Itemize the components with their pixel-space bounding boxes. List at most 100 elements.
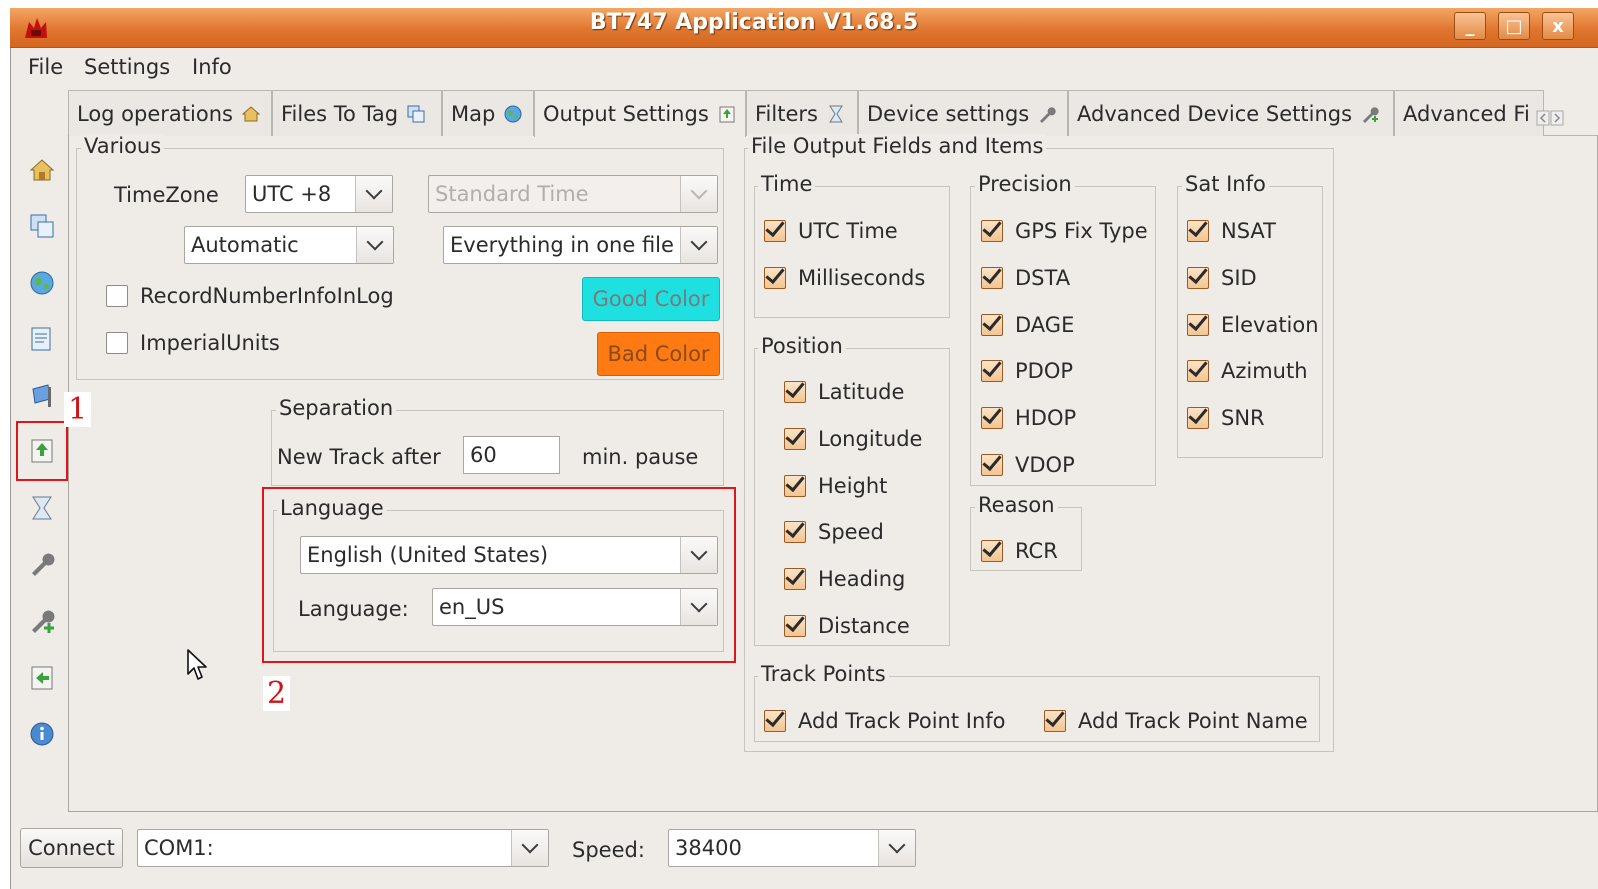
vdop-checkbox[interactable]: VDOP — [981, 453, 1075, 477]
checked-box[interactable] — [784, 615, 806, 637]
distance-checkbox[interactable]: Distance — [784, 614, 910, 638]
chevron-down-icon — [680, 537, 717, 573]
home-icon[interactable] — [28, 156, 56, 184]
hourglass-icon — [829, 105, 843, 122]
checkbox-box[interactable] — [106, 285, 128, 307]
checkbox-label: Speed — [818, 520, 884, 544]
checked-box[interactable] — [981, 314, 1003, 336]
gps-fix-type-checkbox[interactable]: GPS Fix Type — [981, 219, 1148, 243]
close-button[interactable]: x — [1542, 12, 1574, 40]
rcr-checkbox[interactable]: RCR — [981, 539, 1058, 563]
speed-select[interactable]: 38400 — [668, 829, 916, 867]
tab-filters[interactable]: Filters — [746, 90, 858, 136]
file-output-legend: File Output Fields and Items — [748, 134, 1047, 158]
mode-select[interactable]: Automatic — [184, 226, 394, 264]
menu-file[interactable]: File — [28, 55, 63, 79]
latitude-checkbox[interactable]: Latitude — [784, 380, 904, 404]
heading-checkbox[interactable]: Heading — [784, 567, 905, 591]
time-legend: Time — [758, 172, 816, 196]
checked-box[interactable] — [764, 220, 786, 242]
checked-box[interactable] — [1187, 360, 1209, 382]
dage-checkbox[interactable]: DAGE — [981, 313, 1074, 337]
record-number-checkbox[interactable]: RecordNumberInfoInLog — [106, 284, 394, 308]
new-track-input[interactable]: 60 — [463, 436, 560, 474]
checked-box[interactable] — [1187, 267, 1209, 289]
checked-box[interactable] — [784, 568, 806, 590]
menu-settings[interactable]: Settings — [84, 55, 170, 79]
checked-box[interactable] — [1044, 710, 1066, 732]
checked-box[interactable] — [981, 360, 1003, 382]
menu-info[interactable]: Info — [192, 55, 232, 79]
checkbox-box[interactable] — [106, 332, 128, 354]
globe-icon[interactable] — [28, 269, 56, 297]
wrench-plus-icon[interactable] — [28, 607, 56, 635]
azimuth-checkbox[interactable]: Azimuth — [1187, 359, 1308, 383]
document-icon[interactable] — [28, 325, 56, 353]
longitude-checkbox[interactable]: Longitude — [784, 427, 922, 451]
imperial-units-checkbox[interactable]: ImperialUnits — [106, 331, 280, 355]
checked-box[interactable] — [1187, 314, 1209, 336]
checked-box[interactable] — [784, 475, 806, 497]
maximize-button[interactable]: □ — [1498, 12, 1530, 40]
info-icon[interactable] — [28, 720, 56, 748]
port-select[interactable]: COM1: — [137, 829, 549, 867]
height-checkbox[interactable]: Height — [784, 474, 887, 498]
sid-checkbox[interactable]: SID — [1187, 266, 1257, 290]
tab-map[interactable]: Map — [442, 90, 534, 136]
pdop-checkbox[interactable]: PDOP — [981, 359, 1073, 383]
checked-box[interactable] — [1187, 220, 1209, 242]
language-select[interactable]: English (United States) — [300, 536, 718, 574]
elevation-checkbox[interactable]: Elevation — [1187, 313, 1319, 337]
flag-icon[interactable] — [28, 381, 56, 409]
timezone-select[interactable]: UTC +8 — [245, 175, 393, 213]
record-number-label: RecordNumberInfoInLog — [140, 284, 394, 308]
checked-box[interactable] — [784, 428, 806, 450]
import-icon[interactable] — [28, 664, 56, 692]
tab-output-settings[interactable]: Output Settings — [534, 90, 746, 137]
export-icon[interactable] — [28, 437, 56, 465]
checked-box[interactable] — [784, 521, 806, 543]
checkbox-label: Height — [818, 474, 888, 498]
checkbox-label: VDOP — [1015, 453, 1075, 477]
tab-advanced-device-settings[interactable]: Advanced Device Settings — [1068, 90, 1394, 136]
wrench-plus-icon — [1363, 106, 1379, 123]
speed-checkbox[interactable]: Speed — [784, 520, 884, 544]
files-icon[interactable] — [28, 212, 56, 240]
various-legend: Various — [81, 134, 165, 158]
checkbox-label: Latitude — [818, 380, 905, 404]
checked-box[interactable] — [981, 407, 1003, 429]
utc-time-checkbox[interactable]: UTC Time — [764, 219, 898, 243]
hourglass-icon[interactable] — [28, 494, 56, 522]
checked-box[interactable] — [764, 267, 786, 289]
add-track-point-info-checkbox[interactable]: Add Track Point Info — [764, 709, 1006, 733]
tab-log-operations[interactable]: Log operations — [68, 90, 272, 136]
minimize-button[interactable]: _ — [1454, 12, 1486, 40]
file-split-select[interactable]: Everything in one file — [443, 226, 718, 264]
checked-box[interactable] — [981, 267, 1003, 289]
checked-box[interactable] — [981, 540, 1003, 562]
tab-advanced-file[interactable]: Advanced Fi — [1394, 90, 1544, 136]
add-track-point-name-checkbox[interactable]: Add Track Point Name — [1044, 709, 1308, 733]
good-color-button[interactable]: Good Color — [582, 277, 720, 321]
checked-box[interactable] — [981, 220, 1003, 242]
checked-box[interactable] — [764, 710, 786, 732]
tab-files-to-tag[interactable]: Files To Tag — [272, 90, 442, 136]
checked-box[interactable] — [981, 454, 1003, 476]
connect-button[interactable]: Connect — [20, 828, 123, 868]
dsta-checkbox[interactable]: DSTA — [981, 266, 1070, 290]
tab-device-settings[interactable]: Device settings — [858, 90, 1068, 136]
milliseconds-checkbox[interactable]: Milliseconds — [764, 266, 925, 290]
hdop-checkbox[interactable]: HDOP — [981, 406, 1076, 430]
scroll-arrows-icon[interactable] — [1536, 108, 1564, 128]
nsat-checkbox[interactable]: NSAT — [1187, 219, 1276, 243]
imperial-units-label: ImperialUnits — [140, 331, 280, 355]
locale-select[interactable]: en_US — [432, 588, 718, 626]
checkbox-label: PDOP — [1015, 359, 1074, 383]
bad-color-button[interactable]: Bad Color — [597, 332, 720, 376]
snr-checkbox[interactable]: SNR — [1187, 406, 1265, 430]
checked-box[interactable] — [1187, 407, 1209, 429]
language-group — [273, 510, 724, 652]
tab-label: Advanced Fi — [1403, 101, 1530, 126]
checked-box[interactable] — [784, 381, 806, 403]
wrench-icon[interactable] — [28, 550, 56, 578]
